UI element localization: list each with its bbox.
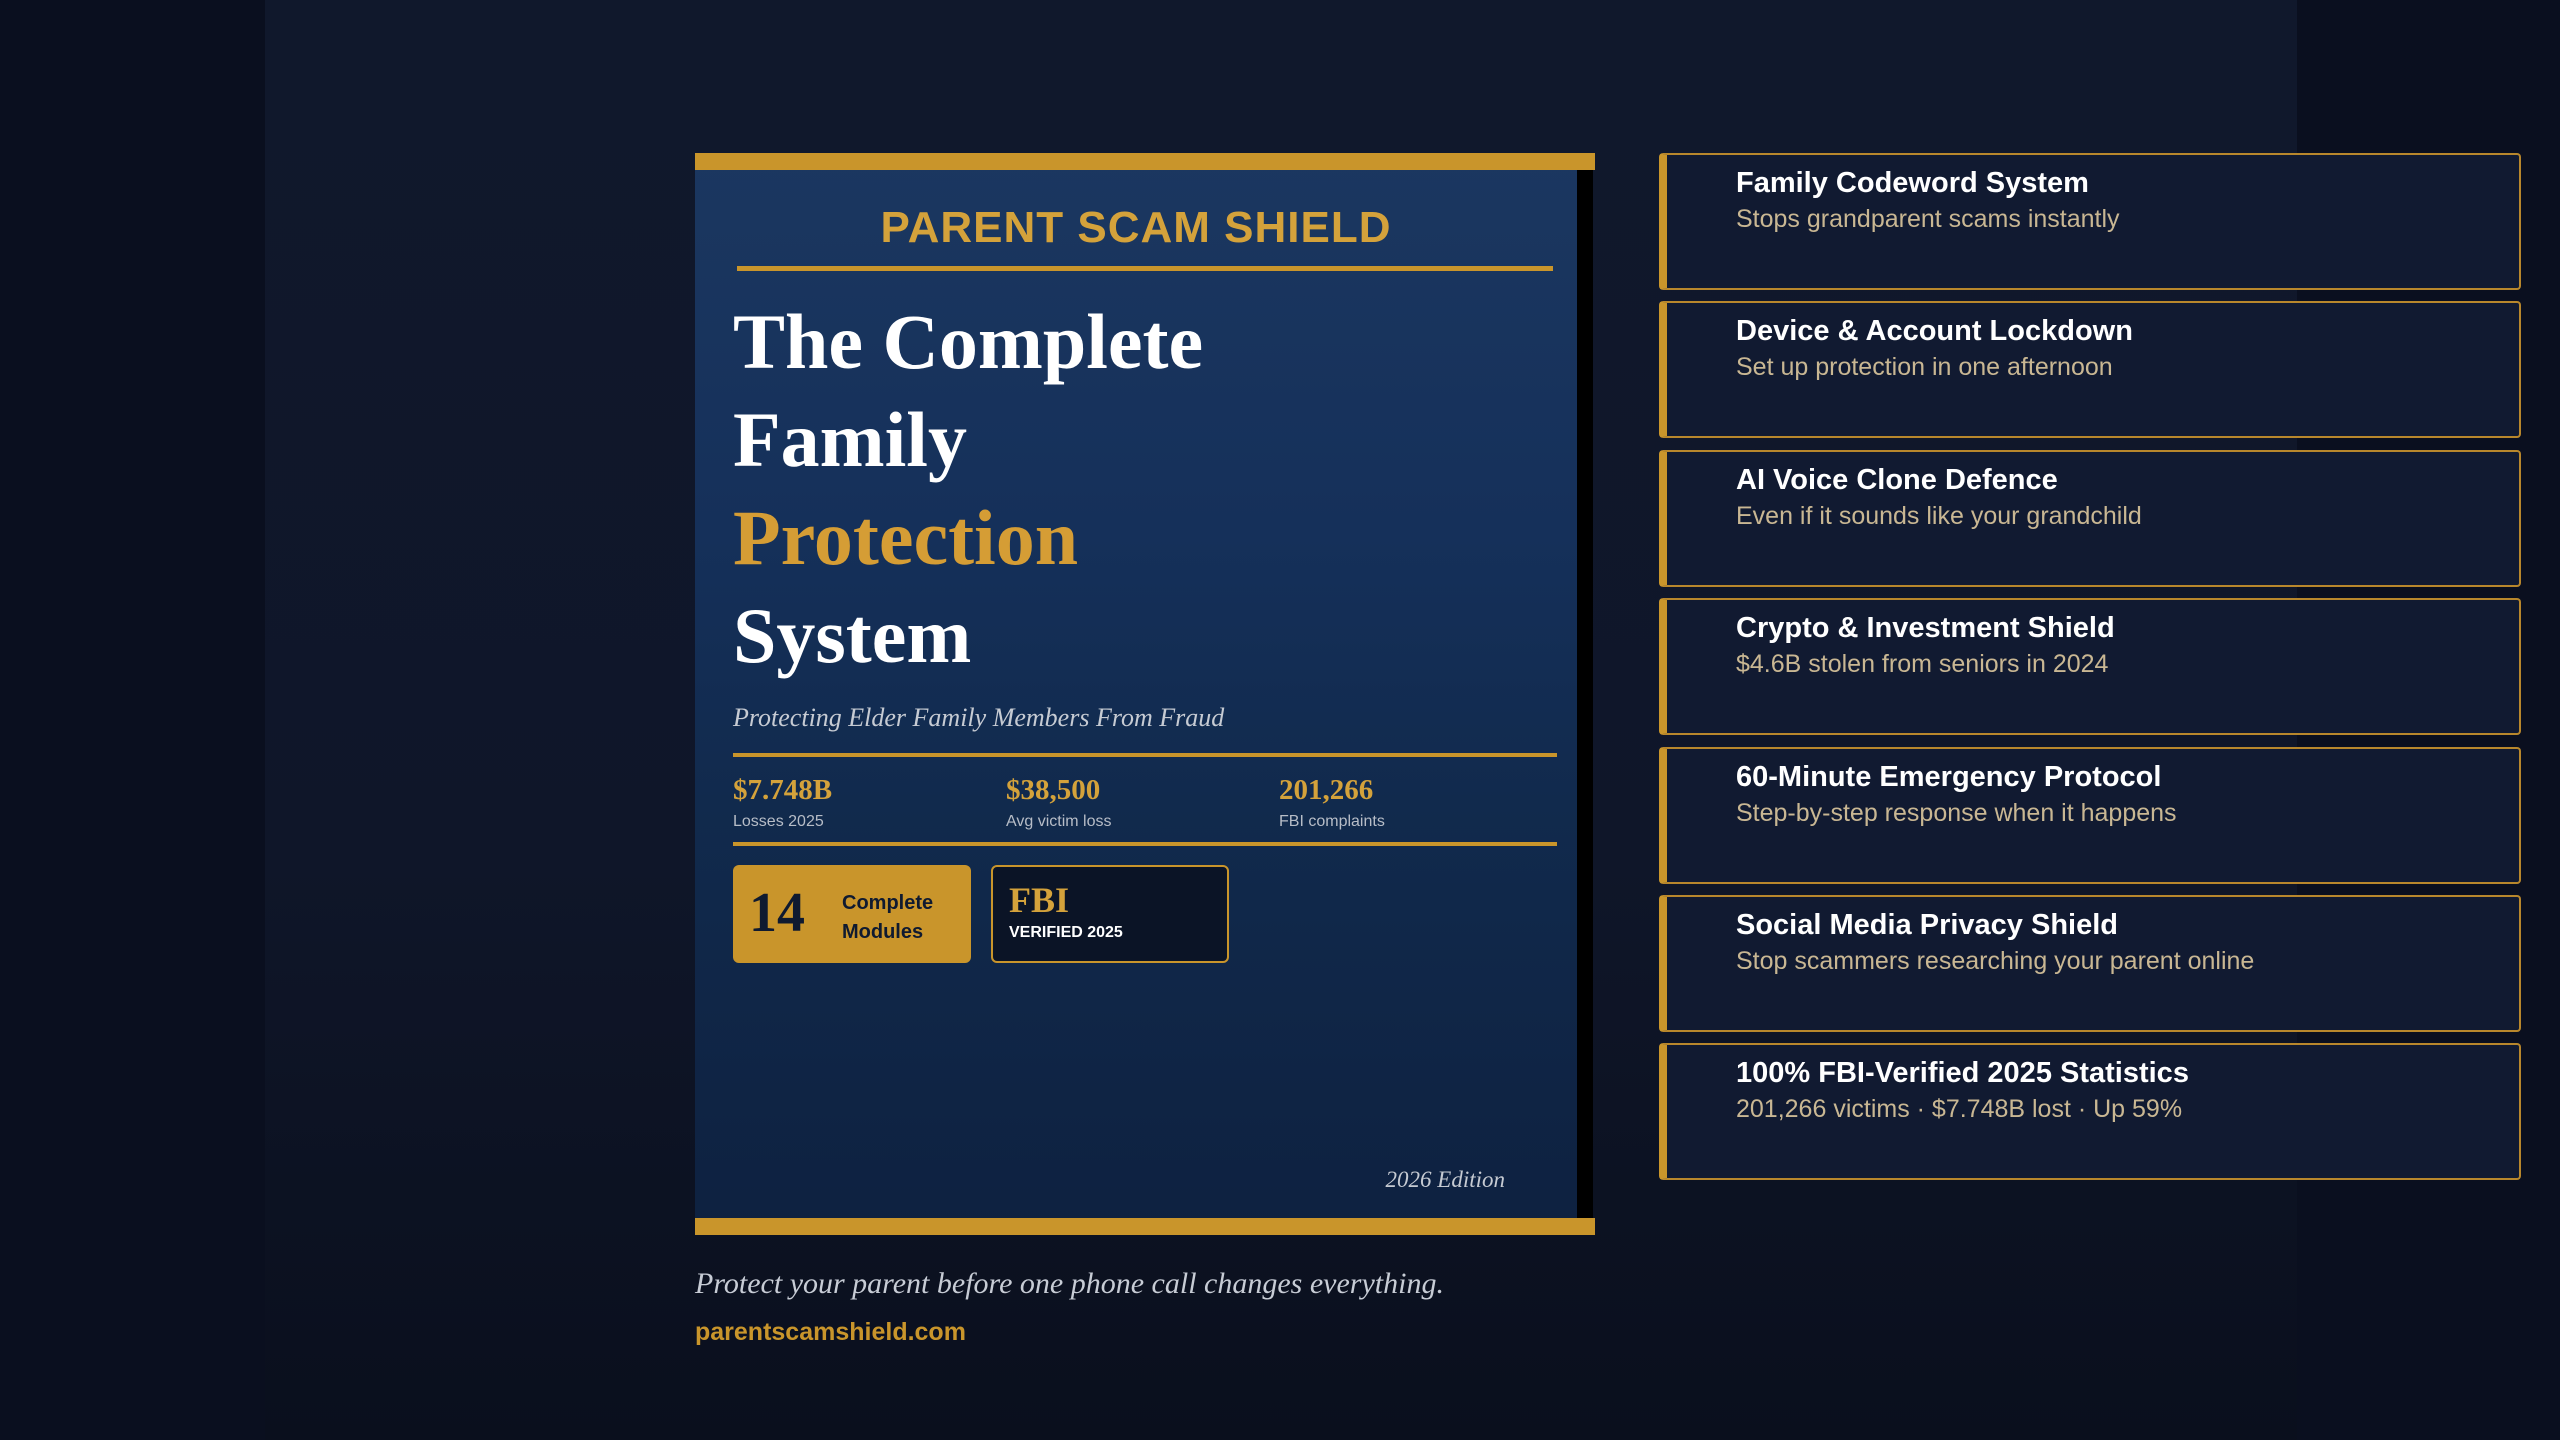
- feature-subtitle: Stop scammers researching your parent on…: [1736, 947, 2255, 975]
- stat-avg-loss: $38,500 Avg victim loss: [1006, 774, 1112, 831]
- feature-title: Device & Account Lockdown: [1736, 315, 2133, 347]
- stats-bottom-divider: [733, 842, 1557, 846]
- feature-subtitle: $4.6B stolen from seniors in 2024: [1736, 650, 2109, 678]
- stats-top-divider: [733, 753, 1557, 757]
- feature-title: Crypto & Investment Shield: [1736, 612, 2115, 644]
- feature-title: 60-Minute Emergency Protocol: [1736, 761, 2162, 793]
- fbi-badge: FBI VERIFIED 2025: [991, 865, 1229, 963]
- stat-label: Avg victim loss: [1006, 812, 1112, 830]
- stat-value: $38,500: [1006, 774, 1101, 806]
- modules-label: Complete Modules: [842, 892, 934, 943]
- brand-divider: [737, 266, 1553, 271]
- book-cover: PARENT SCAM SHIELD The Complete Family P…: [695, 153, 1595, 1235]
- tagline: Protect your parent before one phone cal…: [695, 1267, 1444, 1300]
- modules-count: 14: [749, 882, 805, 944]
- modules-badge: 14 Complete Modules: [733, 865, 971, 963]
- stat-label: Losses 2025: [733, 812, 824, 830]
- book-cover-face: PARENT SCAM SHIELD The Complete Family P…: [695, 153, 1577, 1235]
- stat-value: $7.748B: [733, 774, 833, 806]
- feature-title: Family Codeword System: [1736, 167, 2089, 199]
- fbi-badge-subtitle: VERIFIED 2025: [1009, 924, 1123, 941]
- title-line-1: The Complete: [733, 298, 1204, 385]
- stat-label: FBI complaints: [1279, 812, 1385, 830]
- title-line-4: System: [733, 592, 972, 679]
- stat-losses: $7.748B Losses 2025: [733, 774, 833, 831]
- book-spine-shadow: [1577, 169, 1593, 1219]
- feature-card-codeword: Family Codeword System Stops grandparent…: [1659, 153, 2521, 290]
- feature-card-crypto: Crypto & Investment Shield $4.6B stolen …: [1659, 598, 2521, 735]
- cover-subtitle: Protecting Elder Family Members From Fra…: [733, 703, 1225, 732]
- stat-complaints: 201,266 FBI complaints: [1279, 774, 1385, 831]
- edition-label: 2026 Edition: [1385, 1167, 1505, 1192]
- feature-subtitle: Even if it sounds like your grandchild: [1736, 502, 2142, 530]
- feature-card-statistics: 100% FBI-Verified 2025 Statistics 201,26…: [1659, 1043, 2521, 1180]
- feature-subtitle: 201,266 victims · $7.748B lost · Up 59%: [1736, 1095, 2183, 1123]
- feature-subtitle: Step-by-step response when it happens: [1736, 799, 2177, 827]
- cover-bottom-bar: [695, 1218, 1595, 1235]
- stage: PARENT SCAM SHIELD The Complete Family P…: [265, 0, 2521, 1440]
- title-line-2: Family: [733, 396, 967, 483]
- page: PARENT SCAM SHIELD The Complete Family P…: [0, 0, 2560, 1440]
- feature-card-voice-clone: AI Voice Clone Defence Even if it sounds…: [1659, 450, 2521, 587]
- website-link[interactable]: parentscamshield.com: [695, 1318, 966, 1347]
- feature-card-lockdown: Device & Account Lockdown Set up protect…: [1659, 301, 2521, 438]
- feature-subtitle: Set up protection in one afternoon: [1736, 353, 2113, 381]
- title-line-3: Protection: [733, 494, 1079, 581]
- feature-subtitle: Stops grandparent scams instantly: [1736, 205, 2120, 233]
- feature-title: Social Media Privacy Shield: [1736, 909, 2118, 941]
- cover-top-bar: [695, 153, 1595, 170]
- feature-card-emergency: 60-Minute Emergency Protocol Step-by-ste…: [1659, 747, 2521, 884]
- stat-value: 201,266: [1279, 774, 1374, 806]
- brand-name: PARENT SCAM SHIELD: [880, 203, 1392, 252]
- feature-title: AI Voice Clone Defence: [1736, 464, 2058, 496]
- feature-title: 100% FBI-Verified 2025 Statistics: [1736, 1057, 2189, 1089]
- fbi-badge-title: FBI: [1009, 880, 1070, 920]
- feature-card-social-media: Social Media Privacy Shield Stop scammer…: [1659, 895, 2521, 1032]
